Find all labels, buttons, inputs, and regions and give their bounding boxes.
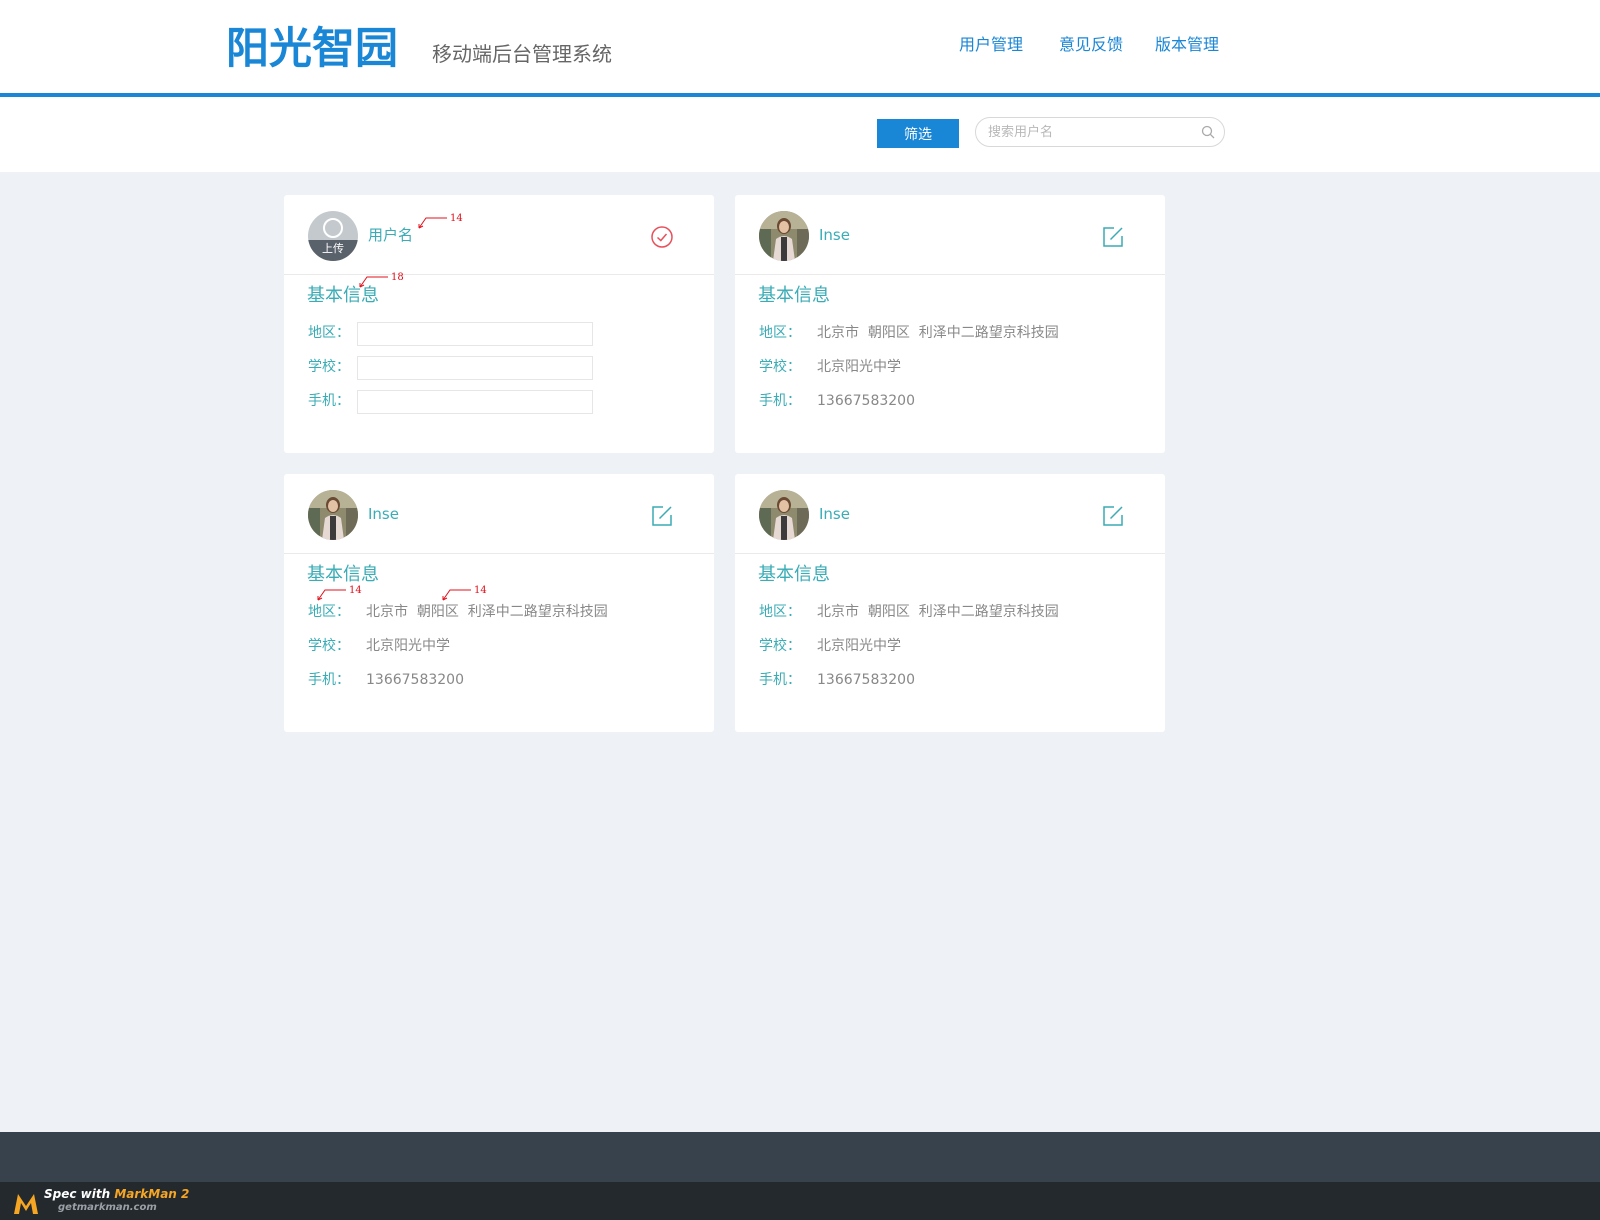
avatar — [759, 211, 809, 261]
field-label: 学校： — [308, 638, 350, 654]
nav-feedback[interactable]: 意见反馈 — [1059, 37, 1123, 53]
field-label: 手机： — [308, 672, 350, 688]
field-value: 13667583200 — [366, 672, 464, 688]
markman-watermark-bar: Spec with MarkMan 2 getmarkman.com — [0, 1182, 1600, 1220]
field-label: 学校： — [308, 359, 350, 375]
annotation-arrow — [317, 589, 346, 601]
field-label: 手机： — [308, 393, 350, 409]
avatar-photo — [759, 211, 809, 261]
edit-icon[interactable] — [650, 504, 674, 528]
check-circle-icon[interactable] — [650, 225, 674, 249]
username: Inse — [819, 505, 850, 523]
field-label: 手机： — [759, 393, 801, 409]
edit-icon[interactable] — [1101, 504, 1125, 528]
field-label: 学校： — [759, 359, 801, 375]
markman-logo-icon — [14, 1194, 38, 1214]
avatar — [308, 490, 358, 540]
edit-icon[interactable] — [1101, 225, 1125, 249]
annotation-label: 14 — [474, 585, 487, 596]
avatar-photo — [759, 490, 809, 540]
toolbar: 筛选 — [0, 97, 1600, 172]
field-value: 北京市 朝阳区 利泽中二路望京科技园 — [817, 604, 1059, 620]
field-value: 北京阳光中学 — [366, 638, 450, 654]
annotation-label: 18 — [391, 272, 404, 283]
username: Inse — [368, 505, 399, 523]
annotation-label: 14 — [349, 585, 362, 596]
annotation-arrow — [442, 589, 471, 601]
phone-input[interactable] — [357, 390, 593, 414]
user-card: Inse 基本信息 地区： 北京市 朝阳区 利泽中二路望京科技园 学校： 北京阳… — [735, 195, 1165, 453]
nav-version-management[interactable]: 版本管理 — [1155, 37, 1219, 53]
user-card: Inse 基本信息 地区： 北京市 朝阳区 利泽中二路望京科技园 学校： 北京阳… — [284, 474, 714, 732]
user-card: Inse 基本信息 地区： 北京市 朝阳区 利泽中二路望京科技园 学校： 北京阳… — [735, 474, 1165, 732]
section-title: 基本信息 — [758, 285, 830, 306]
username: Inse — [819, 226, 850, 244]
avatar-photo — [308, 490, 358, 540]
card-header: 上传 用户名 — [284, 195, 714, 275]
section-title: 基本信息 — [307, 564, 379, 585]
section-title: 基本信息 — [758, 564, 830, 585]
footer — [0, 1132, 1600, 1182]
system-subtitle: 移动端后台管理系统 — [432, 42, 612, 66]
field-value: 北京市 朝阳区 利泽中二路望京科技园 — [366, 604, 608, 620]
user-placeholder-icon — [323, 218, 343, 238]
field-value: 北京市 朝阳区 利泽中二路望京科技园 — [817, 325, 1059, 341]
card-header: Inse — [735, 474, 1165, 554]
markman-url: getmarkman.com — [58, 1202, 157, 1213]
field-label: 地区： — [759, 604, 801, 620]
field-label: 学校： — [759, 638, 801, 654]
card-header: Inse — [284, 474, 714, 554]
markman-text: Spec with MarkMan 2 — [44, 1187, 190, 1201]
field-value: 北京阳光中学 — [817, 638, 901, 654]
annotation-label: 14 — [450, 213, 463, 224]
search-box — [975, 117, 1225, 147]
field-label: 地区： — [308, 325, 350, 341]
upload-label: 上传 — [322, 242, 344, 255]
field-value: 13667583200 — [817, 393, 915, 409]
search-input[interactable] — [988, 123, 1193, 141]
annotation-arrow — [418, 217, 447, 229]
filter-button[interactable]: 筛选 — [877, 119, 959, 148]
avatar — [759, 490, 809, 540]
annotation-arrow — [359, 276, 388, 288]
field-value: 北京阳光中学 — [817, 359, 901, 375]
field-label: 地区： — [759, 325, 801, 341]
school-input[interactable] — [357, 356, 593, 380]
region-input[interactable] — [357, 322, 593, 346]
username: 用户名 — [368, 226, 414, 244]
section-title: 基本信息 — [307, 285, 379, 306]
search-icon[interactable] — [1201, 125, 1215, 139]
field-label: 手机： — [759, 672, 801, 688]
nav-user-management[interactable]: 用户管理 — [959, 37, 1023, 53]
field-value: 13667583200 — [817, 672, 915, 688]
logo: 阳光智园 — [226, 24, 398, 74]
avatar-upload[interactable]: 上传 — [308, 211, 358, 261]
user-card-new: 上传 用户名 基本信息 地区： 学校： 手机： — [284, 195, 714, 453]
card-header: Inse — [735, 195, 1165, 275]
header: 阳光智园 移动端后台管理系统 用户管理 意见反馈 版本管理 — [0, 0, 1600, 93]
field-label: 地区： — [308, 604, 350, 620]
